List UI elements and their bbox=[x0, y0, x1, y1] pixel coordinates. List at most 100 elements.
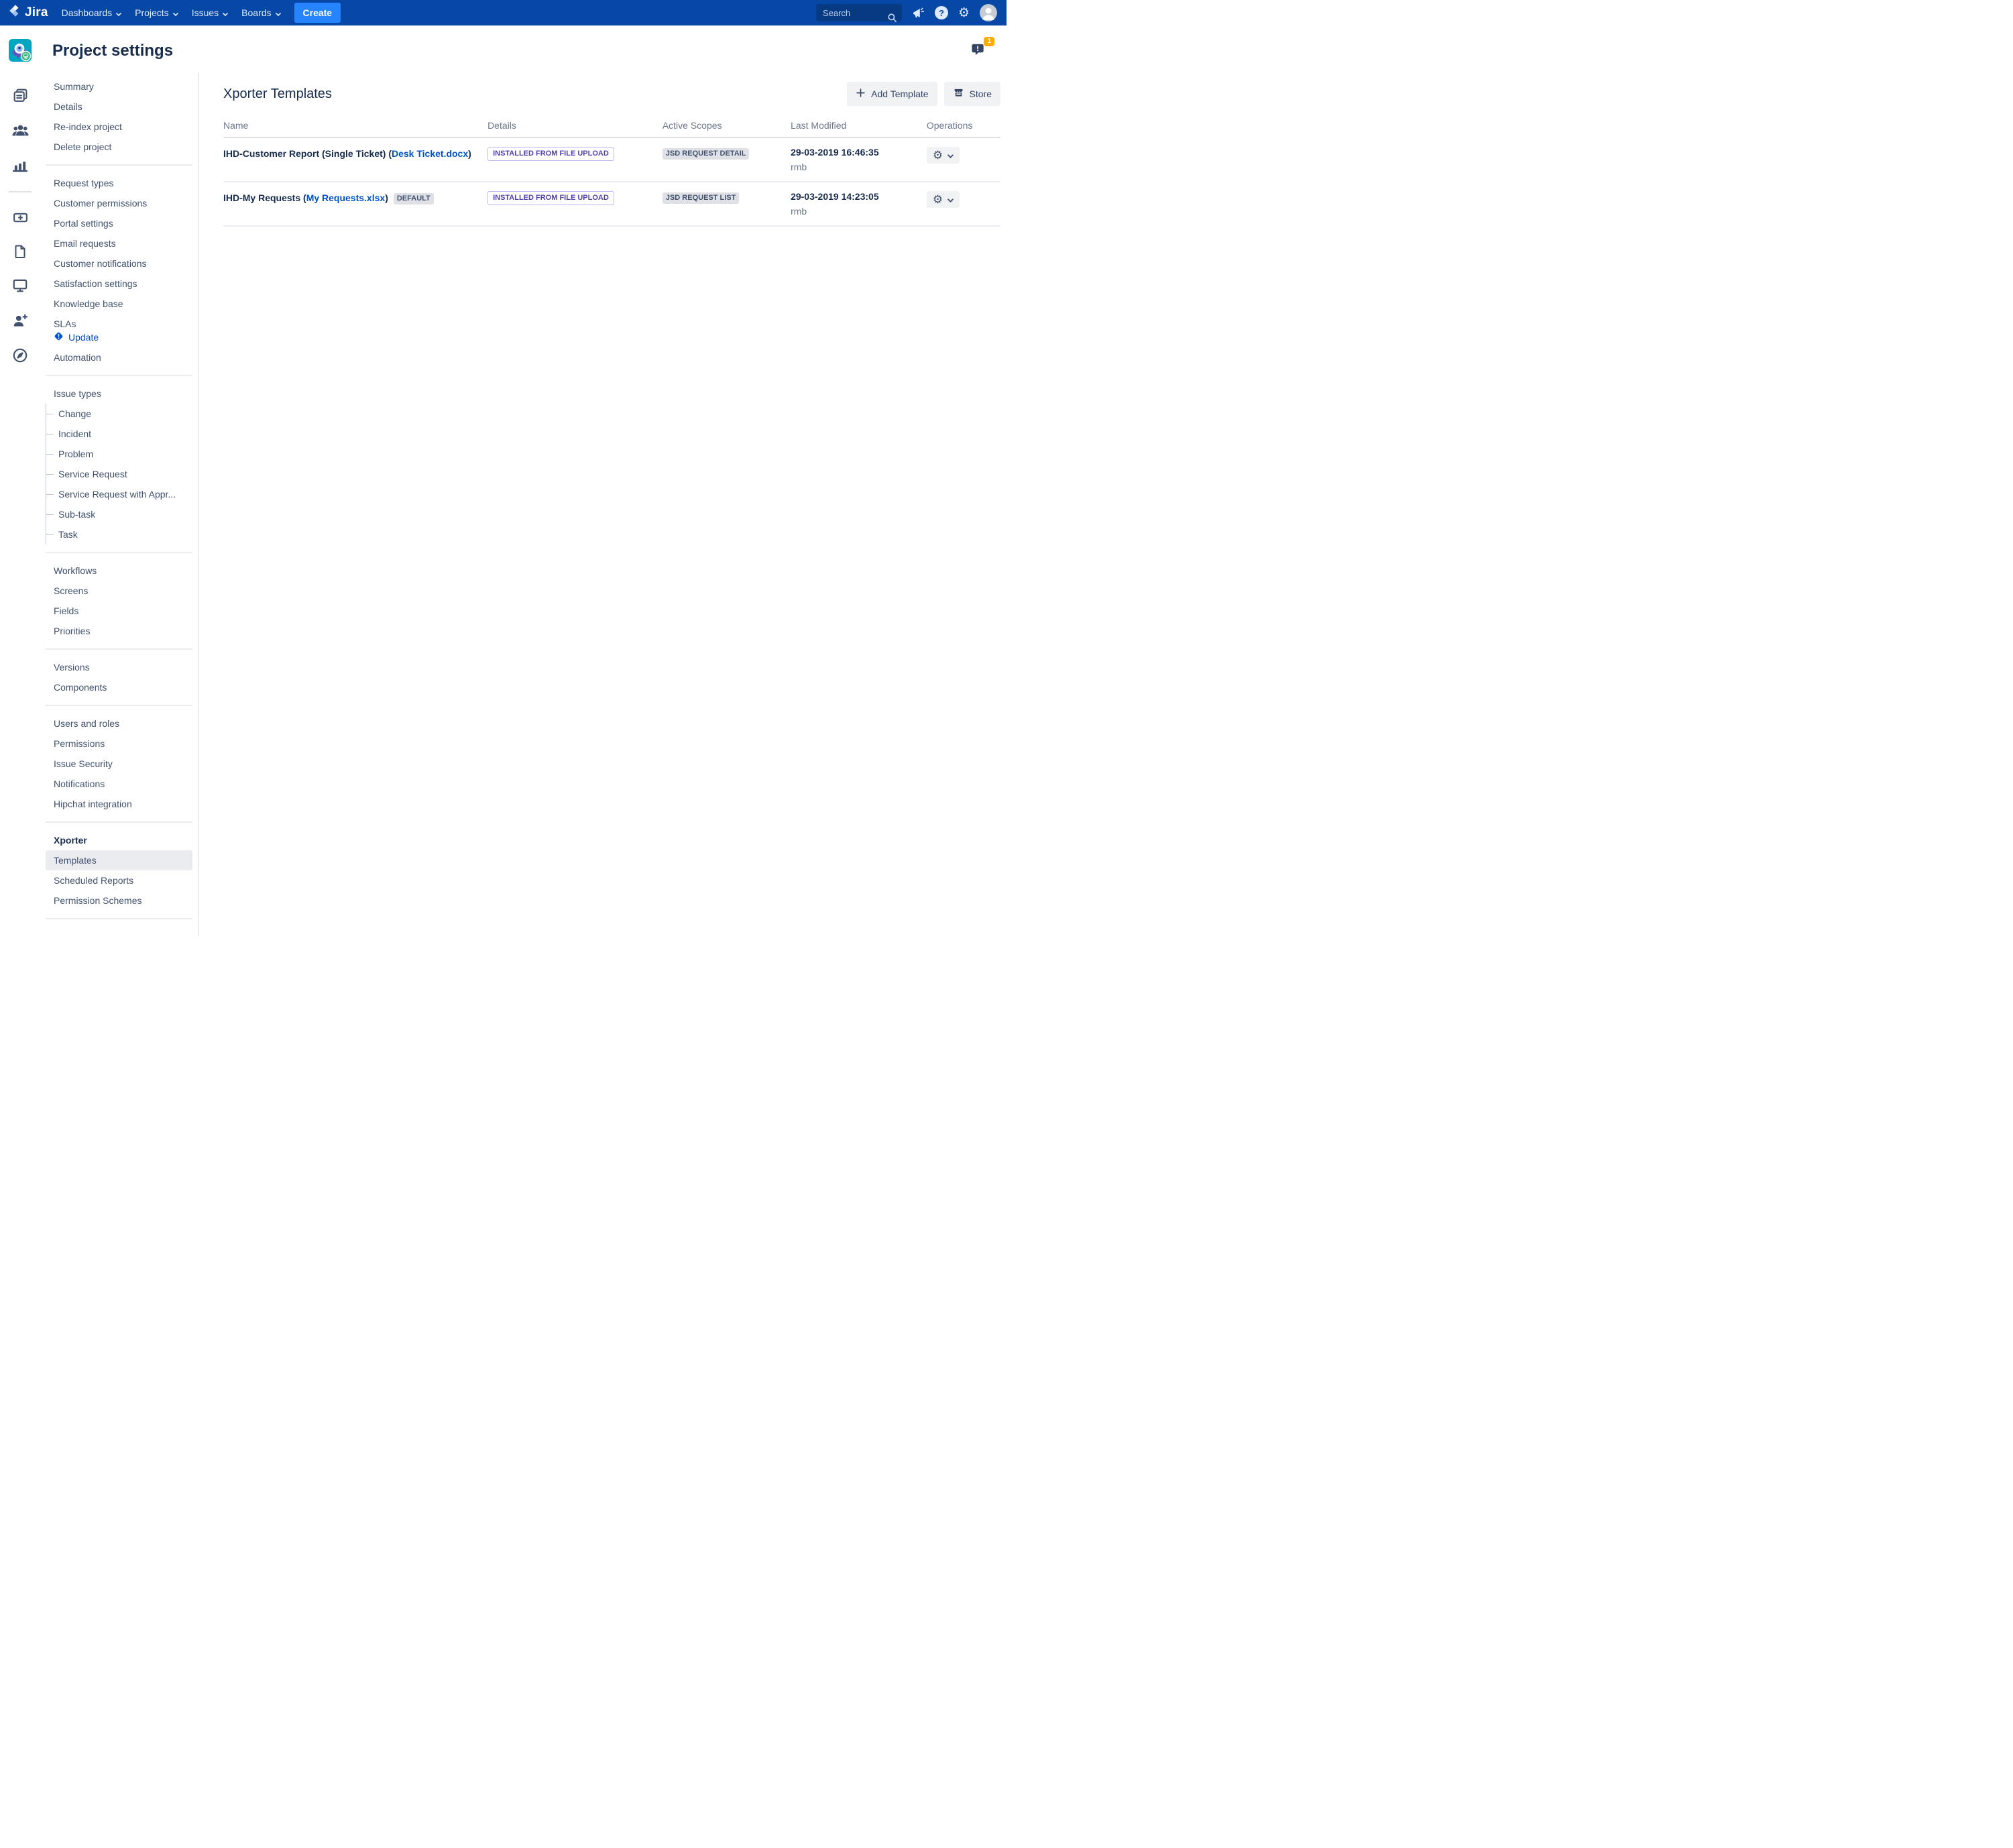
sidebar-item-users-and-roles[interactable]: Users and roles bbox=[46, 713, 192, 734]
page-header: Project settings 1 bbox=[40, 25, 1006, 72]
sidebar-divider bbox=[46, 918, 192, 919]
sidebar-item-problem[interactable]: Problem bbox=[46, 444, 192, 464]
invite-team-icon[interactable] bbox=[7, 311, 33, 330]
sidebar-item-permissions[interactable]: Permissions bbox=[46, 734, 192, 754]
column-header-last-modified: Last Modified bbox=[791, 114, 927, 137]
template-modified-cell: 29-03-2019 14:23:05 rmb bbox=[791, 182, 927, 226]
templates-table: Name Details Active Scopes Last Modified… bbox=[223, 114, 1000, 227]
modified-date: 29-03-2019 16:46:35 bbox=[791, 147, 913, 158]
sidebar-item-workflows[interactable]: Workflows bbox=[46, 561, 192, 581]
sidebar-item-scheduled-reports[interactable]: Scheduled Reports bbox=[46, 870, 192, 890]
template-file-link[interactable]: My Requests.xlsx bbox=[306, 192, 386, 203]
sidebar-item-email-requests[interactable]: Email requests bbox=[46, 233, 192, 253]
sidebar-item-fields[interactable]: Fields bbox=[46, 601, 192, 621]
operations-menu-button[interactable]: ⚙ bbox=[927, 147, 960, 164]
add-template-button[interactable]: Add Template bbox=[847, 82, 937, 106]
nav-boards[interactable]: Boards bbox=[235, 2, 287, 23]
template-file-link[interactable]: Desk Ticket.docx bbox=[392, 148, 468, 159]
jira-logo-text: Jira bbox=[25, 5, 48, 20]
feedback-count-badge: 1 bbox=[984, 37, 994, 46]
sidebar-item-permission-schemes[interactable]: Permission Schemes bbox=[46, 890, 192, 911]
sidebar-divider bbox=[46, 552, 192, 553]
chevron-down-icon bbox=[947, 194, 954, 205]
help-icon[interactable]: ? bbox=[935, 6, 948, 19]
document-icon[interactable] bbox=[8, 243, 32, 260]
create-button[interactable]: Create bbox=[294, 3, 341, 23]
sidebar-item-task[interactable]: Task bbox=[46, 524, 192, 544]
top-navbar: Jira Dashboards Projects Issues Boards C… bbox=[0, 0, 1006, 25]
sidebar-item-change[interactable]: Change bbox=[46, 404, 192, 424]
search-box[interactable] bbox=[816, 4, 902, 21]
queues-icon[interactable] bbox=[8, 86, 33, 105]
sidebar-item-request-types[interactable]: Request types bbox=[46, 173, 192, 193]
reports-icon[interactable] bbox=[7, 156, 33, 175]
sidebar-item-customer-notifications[interactable]: Customer notifications bbox=[46, 253, 192, 274]
project-avatar[interactable] bbox=[9, 39, 32, 64]
sidebar-item-knowledge-base[interactable]: Knowledge base bbox=[46, 294, 192, 314]
sidebar-header-xporter: Xporter bbox=[46, 830, 192, 850]
sidebar-item-templates[interactable]: Templates bbox=[46, 850, 192, 870]
nav-issues[interactable]: Issues bbox=[185, 2, 235, 23]
project-rail bbox=[0, 25, 40, 936]
sidebar-divider bbox=[46, 648, 192, 650]
nav-dashboards[interactable]: Dashboards bbox=[55, 2, 129, 23]
modified-by: rmb bbox=[791, 206, 913, 217]
sidebar-item-service-request[interactable]: Service Request bbox=[46, 464, 192, 484]
sidebar-item-issue-security[interactable]: Issue Security bbox=[46, 754, 192, 774]
scope-badge: JSD REQUEST LIST bbox=[663, 192, 740, 204]
template-operations-cell: ⚙ bbox=[927, 137, 1000, 182]
sidebar-item-versions[interactable]: Versions bbox=[46, 657, 192, 677]
nav-projects[interactable]: Projects bbox=[128, 2, 185, 23]
store-icon bbox=[953, 87, 964, 101]
sidebar-item-screens[interactable]: Screens bbox=[46, 581, 192, 601]
template-scopes-cell: JSD REQUEST LIST bbox=[663, 182, 791, 226]
scope-badge: JSD REQUEST DETAIL bbox=[663, 148, 750, 160]
jira-logo[interactable]: Jira bbox=[5, 3, 55, 22]
sidebar-item-hipchat-integration[interactable]: Hipchat integration bbox=[46, 794, 192, 814]
customers-icon[interactable] bbox=[7, 121, 34, 140]
sidebar-item-automation[interactable]: Automation bbox=[46, 347, 192, 367]
jira-logo-icon bbox=[8, 3, 23, 22]
slas-update-link[interactable]: Update bbox=[46, 331, 192, 347]
column-header-operations: Operations bbox=[927, 114, 1000, 137]
user-avatar[interactable] bbox=[980, 4, 997, 21]
sidebar-item-issue-types[interactable]: Issue types bbox=[46, 384, 192, 404]
issue-types-tree: Change Incident Problem Service Request … bbox=[46, 404, 192, 544]
column-header-active-scopes: Active Scopes bbox=[663, 114, 791, 137]
default-badge: DEFAULT bbox=[394, 193, 434, 205]
sidebar-item-delete-project[interactable]: Delete project bbox=[46, 137, 192, 157]
sidebar-item-reindex[interactable]: Re-index project bbox=[46, 117, 192, 137]
table-row: IHD-My Requests (My Requests.xlsx)DEFAUL… bbox=[223, 182, 1000, 226]
column-header-details: Details bbox=[487, 114, 663, 137]
gear-icon: ⚙ bbox=[933, 150, 943, 161]
gear-icon[interactable]: ⚙ bbox=[958, 7, 970, 19]
raise-request-icon[interactable] bbox=[8, 209, 33, 227]
sidebar-item-sub-task[interactable]: Sub-task bbox=[46, 504, 192, 524]
template-name-cell: IHD-Customer Report (Single Ticket) (Des… bbox=[223, 137, 487, 182]
update-alert-icon bbox=[54, 331, 64, 343]
sidebar-item-priorities[interactable]: Priorities bbox=[46, 621, 192, 641]
customer-portal-icon[interactable] bbox=[7, 276, 33, 295]
discover-compass-icon[interactable] bbox=[7, 346, 33, 365]
sidebar-item-summary[interactable]: Summary bbox=[46, 76, 192, 97]
page-title: Project settings bbox=[52, 42, 173, 60]
gear-icon: ⚙ bbox=[933, 194, 943, 205]
sidebar-item-notifications[interactable]: Notifications bbox=[46, 774, 192, 794]
feedback-bubble-icon[interactable]: 1 bbox=[971, 42, 990, 59]
operations-menu-button[interactable]: ⚙ bbox=[927, 191, 960, 208]
sidebar-divider bbox=[46, 705, 192, 706]
sidebar-item-slas[interactable]: SLAs bbox=[46, 314, 192, 331]
sidebar-item-customer-permissions[interactable]: Customer permissions bbox=[46, 193, 192, 213]
modified-date: 29-03-2019 14:23:05 bbox=[791, 191, 913, 202]
sidebar-item-satisfaction-settings[interactable]: Satisfaction settings bbox=[46, 274, 192, 294]
store-button[interactable]: Store bbox=[944, 82, 1000, 106]
settings-nav: Summary Details Re-index project Delete … bbox=[40, 72, 199, 936]
installed-from-badge: INSTALLED FROM FILE UPLOAD bbox=[487, 191, 614, 205]
table-row: IHD-Customer Report (Single Ticket) (Des… bbox=[223, 137, 1000, 182]
feedback-megaphone-icon[interactable] bbox=[912, 7, 925, 19]
sidebar-item-components[interactable]: Components bbox=[46, 677, 192, 697]
sidebar-item-incident[interactable]: Incident bbox=[46, 424, 192, 444]
sidebar-item-portal-settings[interactable]: Portal settings bbox=[46, 213, 192, 233]
sidebar-item-service-request-approvals[interactable]: Service Request with Appr... bbox=[46, 484, 192, 504]
sidebar-item-details[interactable]: Details bbox=[46, 97, 192, 117]
